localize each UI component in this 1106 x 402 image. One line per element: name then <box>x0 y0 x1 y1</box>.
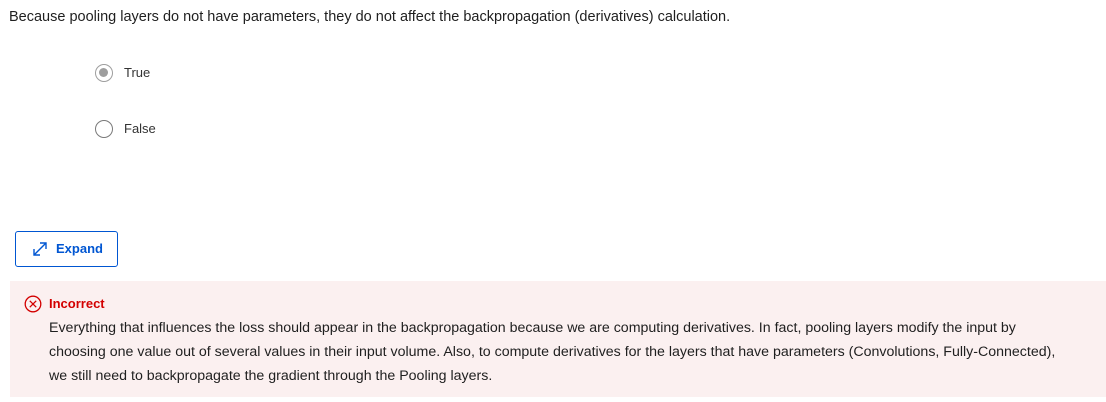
expand-button[interactable]: Expand <box>15 231 118 267</box>
feedback-status: Incorrect <box>49 296 105 311</box>
feedback-panel: Incorrect Everything that influences the… <box>10 281 1106 397</box>
option-true[interactable]: True <box>95 64 150 82</box>
option-label: True <box>124 65 151 80</box>
question-text: Because pooling layers do not have param… <box>9 9 731 25</box>
feedback-line: Everything that influences the loss shou… <box>49 320 1016 336</box>
option-label: False <box>124 121 156 136</box>
feedback-line: choosing one value out of several values… <box>49 344 1056 360</box>
radio-button[interactable] <box>95 120 113 138</box>
expand-label: Expand <box>56 241 103 256</box>
option-false[interactable]: False <box>95 120 156 138</box>
feedback-line: we still need to backpropagate the gradi… <box>49 368 493 384</box>
radio-button-selected[interactable] <box>95 64 113 82</box>
error-circle-x-icon <box>24 295 42 313</box>
feedback-explanation: Everything that influences the loss shou… <box>49 316 1099 388</box>
expand-arrows-icon <box>30 239 50 259</box>
quiz-question-page: { "question": { "text": "Because pooling… <box>0 0 1106 402</box>
